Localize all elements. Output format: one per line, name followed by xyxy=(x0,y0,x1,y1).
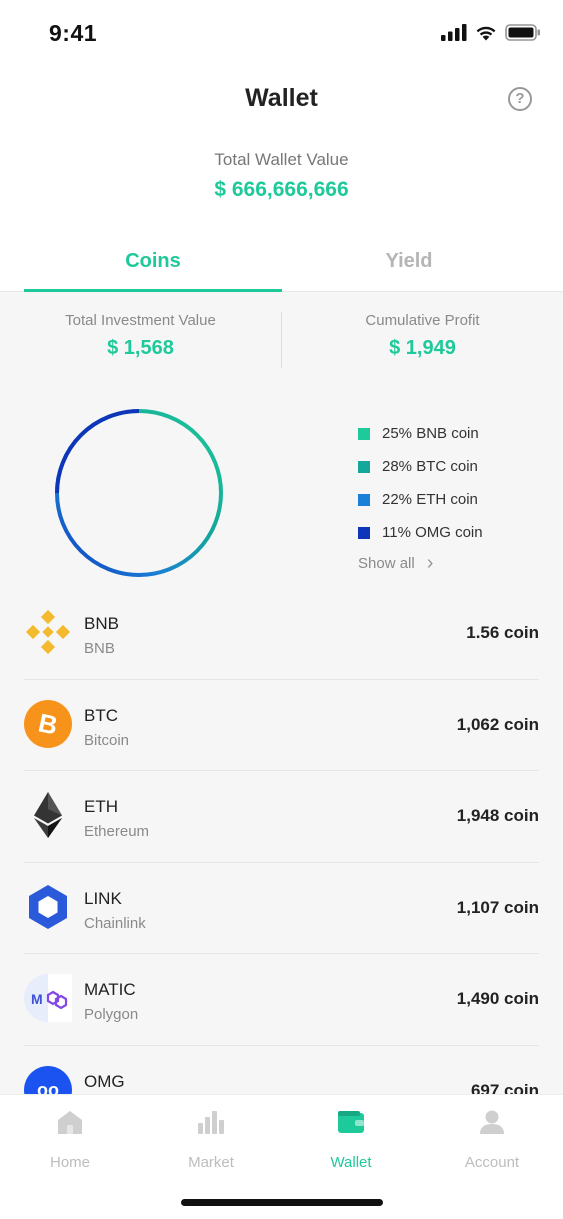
wifi-icon xyxy=(476,26,496,41)
coin-name: Bitcoin xyxy=(84,731,130,749)
profit-summary-item: Cumulative Profit $ 1,949 xyxy=(282,312,563,360)
btc-icon: B xyxy=(24,699,72,748)
cellular-signal-icon xyxy=(441,24,467,41)
page-title: Wallet xyxy=(245,84,318,112)
legend-item: 11% OMG coin xyxy=(358,516,483,549)
investment-label: Total Investment Value xyxy=(65,312,216,329)
legend-label: 25% BNB coin xyxy=(382,425,479,442)
tab-home-label: Home xyxy=(49,1154,90,1171)
coin-row-bnb[interactable]: BNB BNB 1.56 coin xyxy=(24,588,539,680)
legend-item: 22% ETH coin xyxy=(358,483,483,516)
legend-item: 28% BTC coin xyxy=(358,450,483,483)
coin-name: Polygon xyxy=(84,1006,139,1023)
battery-icon xyxy=(505,24,540,41)
legend-swatch xyxy=(358,460,370,473)
coin-row-omg[interactable]: oo OMG 697 coin xyxy=(24,1046,539,1095)
legend-label: 28% BTC coin xyxy=(382,458,478,475)
coin-row-eth[interactable]: ETH Ethereum 1,948 coin xyxy=(24,771,539,863)
investment-value: $ 1,568 xyxy=(107,337,174,359)
nav-header: Wallet ? xyxy=(0,70,563,130)
coin-symbol: LINK xyxy=(84,888,122,908)
bnb-icon xyxy=(25,609,71,655)
tab-wallet[interactable]: Wallet xyxy=(281,1109,421,1171)
coin-symbol: ETH xyxy=(84,797,118,816)
coin-symbol: OMG xyxy=(84,1071,125,1091)
account-icon xyxy=(480,1110,504,1134)
omg-icon: oo xyxy=(24,1065,72,1095)
coin-list: BNB BNB 1.56 coin B BTC Bitcoin 1,062 co… xyxy=(24,588,539,1094)
tab-market-label: Market xyxy=(188,1154,234,1171)
coin-symbol: MATIC xyxy=(84,980,136,999)
home-indicator xyxy=(181,1199,383,1206)
tab-account[interactable]: Account xyxy=(422,1109,562,1171)
matic-icon: M xyxy=(24,974,72,1022)
status-bar: 9:41 xyxy=(0,0,563,70)
status-time: 9:41 xyxy=(49,20,98,46)
coins-panel[interactable]: Total Investment Value $ 1,568 Cumulativ… xyxy=(0,292,563,1094)
tab-yield[interactable]: Yield xyxy=(280,232,538,292)
show-all-label: Show all xyxy=(358,555,415,572)
tab-coins[interactable]: Coins xyxy=(24,232,282,292)
svg-text:M: M xyxy=(31,991,43,1007)
legend-label: 22% ETH coin xyxy=(382,491,478,508)
link-icon xyxy=(29,884,67,929)
show-all-link[interactable]: Show all › xyxy=(358,552,483,575)
coin-amount: 1,490 coin xyxy=(456,989,539,1008)
eth-icon xyxy=(34,792,62,838)
home-icon xyxy=(58,1111,82,1134)
tab-account-label: Account xyxy=(464,1154,520,1171)
investment-summary-item: Total Investment Value $ 1,568 xyxy=(0,312,281,360)
coin-amount: 1,062 coin xyxy=(456,714,539,734)
tab-home[interactable]: Home xyxy=(0,1109,140,1171)
tab-bar-top: Coins Yield xyxy=(0,232,563,292)
question-circle-icon[interactable]: ? xyxy=(508,87,532,111)
allocation-donut-chart xyxy=(55,409,223,577)
coin-name: Chainlink xyxy=(84,914,146,932)
coin-amount: 697 coin xyxy=(470,1080,539,1095)
coin-symbol: BTC xyxy=(84,705,118,725)
coin-row-btc[interactable]: B BTC Bitcoin 1,062 coin xyxy=(24,680,539,771)
coin-name: Ethereum xyxy=(84,823,150,840)
coin-symbol: BNB xyxy=(84,614,119,633)
tab-wallet-label: Wallet xyxy=(330,1154,372,1171)
wallet-total-value: $ 666,666,666 xyxy=(214,178,349,201)
legend-swatch xyxy=(358,427,370,440)
wallet-total-label: Total Wallet Value xyxy=(214,150,349,169)
wallet-icon xyxy=(338,1111,364,1133)
bottom-tab-bar: Home Market Wallet Account xyxy=(0,1094,563,1219)
coin-row-matic[interactable]: M MATIC Polygon 1,490 coin xyxy=(24,954,539,1046)
profit-label: Cumulative Profit xyxy=(365,312,480,329)
chevron-right-icon: › xyxy=(426,552,434,574)
market-icon xyxy=(198,1111,224,1134)
coin-amount: 1.56 coin xyxy=(466,623,539,642)
wallet-total: Total Wallet Value $ 666,666,666 xyxy=(0,150,563,202)
investment-summary: Total Investment Value $ 1,568 Cumulativ… xyxy=(0,312,563,368)
coin-amount: 1,948 coin xyxy=(456,806,539,825)
legend-swatch xyxy=(358,493,370,506)
allocation-legend: 25% BNB coin 28% BTC coin 22% ETH coin 1… xyxy=(358,417,483,575)
legend-item: 25% BNB coin xyxy=(358,417,483,450)
legend-label: 11% OMG coin xyxy=(382,524,483,541)
tab-market[interactable]: Market xyxy=(141,1109,281,1171)
legend-swatch xyxy=(358,526,370,539)
svg-text:oo: oo xyxy=(37,1080,59,1095)
coin-name: BNB xyxy=(84,640,115,657)
status-icons xyxy=(441,24,541,41)
coin-amount: 1,107 coin xyxy=(456,897,539,917)
coin-row-link[interactable]: LINK Chainlink 1,107 coin xyxy=(24,863,539,954)
profit-value: $ 1,949 xyxy=(389,337,456,359)
